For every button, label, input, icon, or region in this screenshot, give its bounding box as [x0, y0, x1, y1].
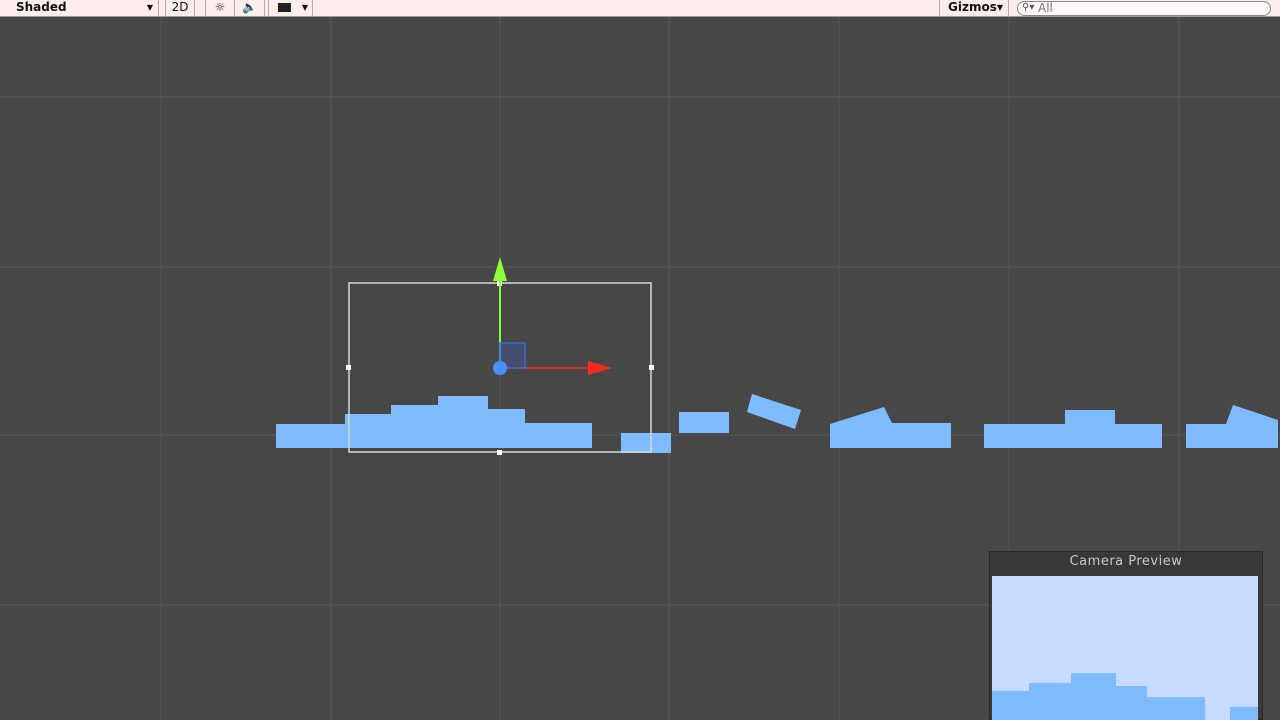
x-axis-arrow-icon[interactable]	[588, 361, 612, 375]
move-gizmo[interactable]	[493, 257, 612, 375]
center-handle-icon[interactable]	[493, 361, 507, 375]
camera-preview-panel: Camera Preview	[989, 551, 1263, 720]
dropdown-arrow-icon: ▼	[301, 3, 308, 12]
audio-toggle[interactable]: 🔈	[235, 0, 265, 16]
resize-handle-right[interactable]	[649, 365, 654, 370]
speaker-icon: 🔈	[242, 0, 257, 14]
shading-mode-dropdown[interactable]: Shaded ▼	[0, 0, 159, 16]
search-text: All	[1038, 1, 1053, 15]
gizmos-dropdown[interactable]: Gizmos ▼	[939, 0, 1009, 16]
platform-ramp-2[interactable]	[1186, 405, 1278, 448]
dropdown-arrow-icon: ▼	[146, 3, 153, 12]
2d-mode-toggle[interactable]: 2D	[165, 0, 195, 16]
resize-handle-left[interactable]	[346, 365, 351, 370]
resize-handle-bottom[interactable]	[497, 450, 502, 455]
shading-mode-label: Shaded	[16, 0, 67, 14]
platform-step[interactable]	[984, 410, 1162, 448]
platform-small-2[interactable]	[679, 412, 729, 433]
scene-toolbar: Shaded ▼ 2D ☼ 🔈 ▼ Gizmos ▼ ⚲▾ All	[0, 0, 1280, 17]
terrain	[276, 394, 1278, 453]
image-icon	[278, 3, 291, 12]
platform-ramp-1[interactable]	[830, 407, 951, 448]
effects-dropdown[interactable]: ▼	[268, 0, 313, 16]
camera-preview-view	[992, 576, 1258, 720]
search-icon: ⚲▾	[1022, 2, 1035, 13]
platform-small-1[interactable]	[621, 433, 671, 453]
platform-tilted[interactable]	[747, 394, 801, 429]
camera-preview-render	[992, 673, 1258, 720]
search-input[interactable]: ⚲▾ All	[1017, 1, 1271, 16]
y-axis-arrow-icon[interactable]	[493, 257, 507, 281]
dropdown-arrow-icon: ▼	[996, 3, 1003, 12]
sun-icon: ☼	[214, 0, 226, 14]
lighting-toggle[interactable]: ☼	[205, 0, 235, 16]
scene-view[interactable]: Camera Preview	[0, 17, 1280, 720]
preview-terrain	[992, 673, 1205, 720]
gizmos-label: Gizmos	[948, 0, 997, 14]
preview-platform	[1230, 707, 1258, 720]
camera-preview-title: Camera Preview	[1069, 554, 1183, 569]
platform-selected[interactable]	[276, 396, 592, 448]
